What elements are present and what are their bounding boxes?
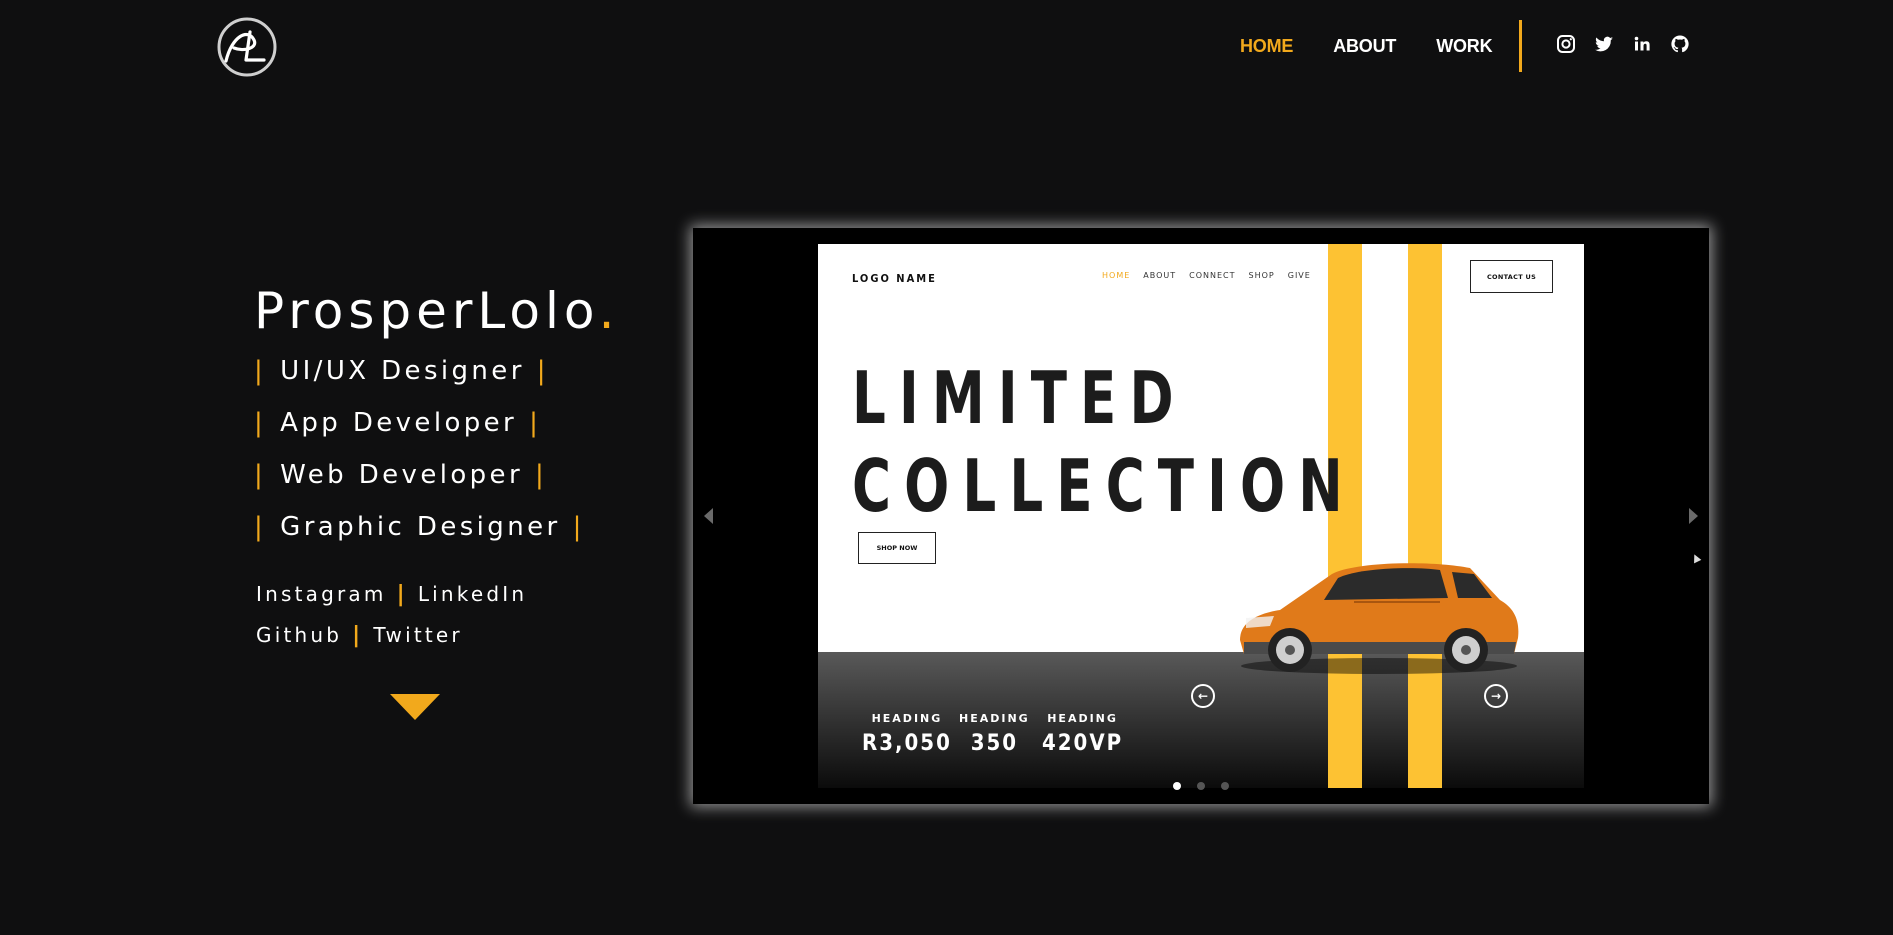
slide-stat-value: 350 [970,731,1019,756]
nav-divider [1519,20,1522,72]
slide-nav-item: ABOUT [1143,271,1177,280]
social-icons [1556,34,1690,54]
link-separator: | [352,623,364,648]
slide-title-line: COLLECTION [852,444,1356,528]
slide-contact-button: CONTACT US [1470,260,1553,293]
role-label: UI/UX Designer [280,356,525,386]
github-icon[interactable] [1670,34,1690,54]
slide-image: LOGO NAME HOME ABOUT CONNECT SHOP GIVE C… [818,244,1584,788]
social-links-row: Instagram | LinkedIn [256,574,527,615]
slide-next-arrow-icon: → [1484,684,1508,708]
instagram-icon[interactable] [1556,34,1576,54]
twitter-icon[interactable] [1594,34,1614,54]
role-bar: | [254,460,267,490]
roles-list: | UI/UX Designer | | App Developer | | W… [254,356,585,564]
slide-nav-item: CONNECT [1189,271,1236,280]
slider-dot[interactable] [1221,782,1229,790]
slide-stat: HEADING R3,050 [862,712,952,756]
slide-stat-heading: HEADING [871,712,943,725]
slide-nav: HOME ABOUT CONNECT SHOP GIVE [1102,271,1311,280]
hero-name-dot: . [598,282,620,340]
role-bar: | [572,512,585,542]
slide-logo: LOGO NAME [852,272,937,285]
slide-prev-arrow-icon: ← [1191,684,1215,708]
role-bar: | [529,408,542,438]
role-bar: | [254,512,267,542]
slide-title: LIMITED COLLECTION [852,354,1356,530]
social-links: Instagram | LinkedIn Github | Twitter [256,574,527,656]
slide-stat-value: R3,050 [862,731,952,756]
slide-stat: HEADING 420VP [1042,712,1123,756]
slide-stripe [1408,244,1442,788]
nav-home[interactable]: HOME [1240,36,1293,57]
slide-shop-button: SHOP NOW [858,532,936,564]
slide-stat-heading: HEADING [959,712,1030,725]
slider-dots [1173,782,1229,790]
slide-stat: HEADING 350 [959,712,1030,756]
role-item: | Graphic Designer | [254,512,585,564]
role-item: | App Developer | [254,408,585,460]
slide-nav-item: GIVE [1287,271,1311,280]
role-label: Graphic Designer [280,512,561,542]
hero-name-text: ProsperLolo [254,282,599,340]
slide-nav-item: SHOP [1248,271,1275,280]
work-slider: LOGO NAME HOME ABOUT CONNECT SHOP GIVE C… [693,228,1709,804]
slide-title-line: LIMITED [852,356,1187,440]
car-image [1240,563,1519,674]
slider-dot[interactable] [1197,782,1205,790]
hero-name: ProsperLolo. [254,282,620,340]
slider-dot[interactable] [1173,782,1181,790]
nav-work[interactable]: WORK [1436,36,1492,57]
slider-next-icon[interactable] [1689,508,1698,524]
role-label: Web Developer [280,460,524,490]
link-twitter[interactable]: Twitter [373,623,462,647]
linkedin-icon[interactable] [1632,34,1652,54]
main-nav: HOME ABOUT WORK [1240,36,1493,57]
role-bar: | [535,460,548,490]
link-github[interactable]: Github [256,623,342,647]
role-item: | Web Developer | [254,460,585,512]
role-bar: | [254,356,267,386]
link-separator: | [396,582,408,607]
social-links-row: Github | Twitter [256,615,527,656]
link-instagram[interactable]: Instagram [256,582,387,606]
role-bar: | [254,408,267,438]
role-item: | UI/UX Designer | [254,356,585,408]
site-logo[interactable] [216,16,278,78]
slide-nav-item: HOME [1102,271,1131,280]
link-linkedin[interactable]: LinkedIn [418,582,527,606]
slide-stat-heading: HEADING [1047,712,1118,725]
role-bar: | [536,356,549,386]
nav-about[interactable]: ABOUT [1333,36,1396,57]
scroll-down-icon[interactable] [390,694,440,720]
role-label: App Developer [280,408,518,438]
slide-stat-value: 420VP [1042,731,1124,756]
slider-prev-icon[interactable] [704,508,713,524]
